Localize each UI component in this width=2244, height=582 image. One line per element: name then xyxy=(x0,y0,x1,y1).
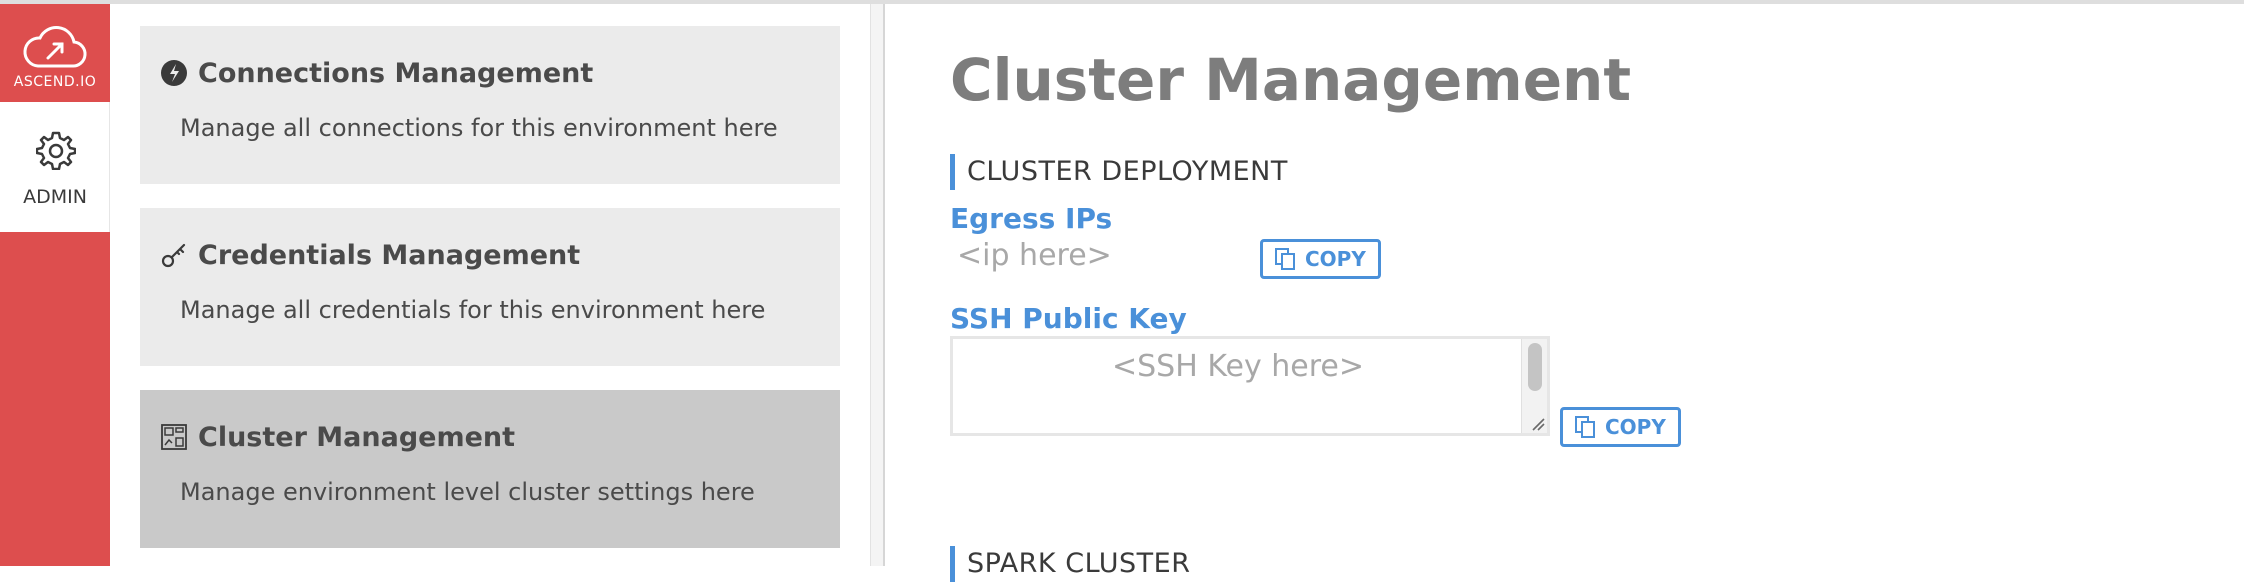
card-connections[interactable]: Connections Management Manage all connec… xyxy=(140,26,840,184)
card-description: Manage all connections for this environm… xyxy=(180,114,778,142)
ssh-public-key-label: SSH Public Key xyxy=(950,302,1187,335)
copy-egress-button[interactable]: COPY xyxy=(1260,239,1381,279)
brand-name: ASCEND.IO xyxy=(13,74,97,90)
gear-icon xyxy=(36,131,76,170)
admin-label: ADMIN xyxy=(23,186,87,208)
card-title: Cluster Management xyxy=(198,422,516,453)
ssh-key-value: <SSH Key here> xyxy=(1112,349,1364,384)
cloud-upload-icon xyxy=(23,26,87,68)
card-description: Manage all credentials for this environm… xyxy=(180,296,766,324)
copy-icon xyxy=(1575,416,1595,438)
egress-ip-value: <ip here> xyxy=(957,238,1112,273)
copy-icon xyxy=(1275,248,1295,270)
card-credentials[interactable]: Credentials Management Manage all creden… xyxy=(140,208,840,366)
cluster-icon xyxy=(161,424,187,450)
cluster-management-content: Cluster Management CLUSTER DEPLOYMENT Eg… xyxy=(885,4,2244,582)
card-title: Credentials Management xyxy=(198,240,581,271)
key-icon xyxy=(161,243,186,268)
copy-ssh-button[interactable]: COPY xyxy=(1560,407,1681,447)
resize-handle-icon[interactable] xyxy=(1529,415,1545,431)
ssh-scrollbar-thumb[interactable] xyxy=(1528,343,1542,391)
brand-logo[interactable]: ASCEND.IO xyxy=(0,4,110,100)
card-description: Manage environment level cluster setting… xyxy=(180,478,755,506)
egress-ips-label: Egress IPs xyxy=(950,202,1113,235)
app-rail: ASCEND.IO ADMIN xyxy=(0,4,110,566)
section-spark-cluster: SPARK CLUSTER xyxy=(950,546,1190,582)
copy-label: COPY xyxy=(1605,415,1666,439)
panel-splitter[interactable] xyxy=(870,4,885,566)
connections-icon xyxy=(161,60,187,86)
settings-list-panel: Connections Management Manage all connec… xyxy=(110,4,870,566)
admin-nav-item[interactable]: ADMIN xyxy=(0,102,110,232)
ssh-key-textarea[interactable]: <SSH Key here> xyxy=(950,336,1550,436)
page-title: Cluster Management xyxy=(950,46,1632,114)
copy-label: COPY xyxy=(1305,247,1366,271)
section-cluster-deployment: CLUSTER DEPLOYMENT xyxy=(950,154,1288,190)
card-title: Connections Management xyxy=(198,58,594,89)
card-cluster[interactable]: Cluster Management Manage environment le… xyxy=(140,390,840,548)
